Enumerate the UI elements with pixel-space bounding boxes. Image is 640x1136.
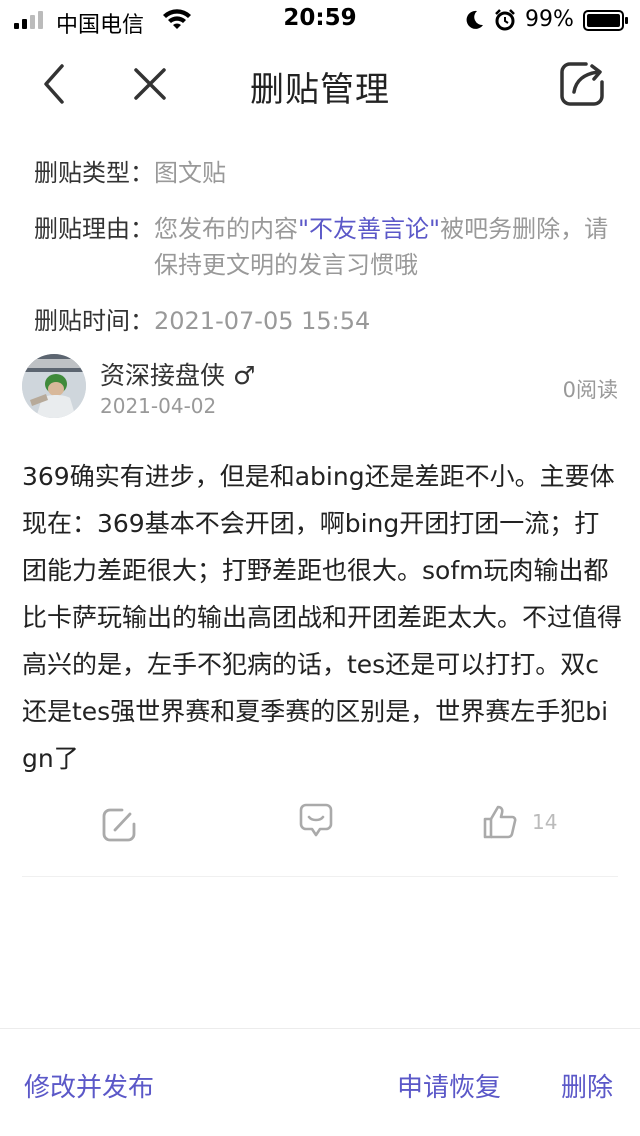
- deletion-type-row: 删贴类型： 图文贴: [34, 155, 624, 191]
- post-author: 资深接盘侠 ♂ 2021-04-02 0阅读: [22, 352, 622, 424]
- request-restore-button[interactable]: 申请恢复: [397, 1067, 501, 1104]
- post-actions: 14: [0, 796, 640, 852]
- reason-prefix: 您发布的内容: [154, 215, 298, 243]
- like-icon[interactable]: [482, 804, 518, 840]
- alarm-icon: [495, 9, 515, 31]
- edit-icon[interactable]: [100, 806, 138, 844]
- deletion-type-label: 删贴类型：: [34, 159, 154, 187]
- read-count: 0阅读: [562, 378, 618, 402]
- navigation-bar: 删贴管理: [0, 40, 640, 130]
- page-title: 删贴管理: [250, 70, 390, 110]
- like-count: 14: [532, 810, 558, 834]
- deletion-info: 删贴类型： 图文贴 删贴理由： 您发布的内容"不友善言论"被吧务删除，请保持更文…: [34, 155, 624, 359]
- do-not-disturb-icon: [466, 10, 483, 29]
- deletion-reason-value: 您发布的内容"不友善言论"被吧务删除，请保持更文明的发言习惯哦: [154, 211, 624, 283]
- deletion-reason-label: 删贴理由：: [34, 215, 154, 243]
- comment-icon[interactable]: [298, 802, 334, 838]
- bottom-action-bar: 修改并发布 申请恢复 删除: [0, 1028, 640, 1136]
- delete-button[interactable]: 删除: [561, 1067, 613, 1104]
- gender-icon: ♂: [232, 361, 256, 390]
- deletion-time-value: 2021-07-05 15:54: [154, 307, 371, 335]
- avatar[interactable]: [22, 354, 86, 418]
- deletion-reason-row: 删贴理由： 您发布的内容"不友善言论"被吧务删除，请保持更文明的发言习惯哦: [34, 211, 624, 283]
- status-bar: 中国电信 20:59 99%: [0, 0, 640, 40]
- author-name[interactable]: 资深接盘侠 ♂: [100, 356, 255, 392]
- deletion-time-label: 删贴时间：: [34, 307, 154, 335]
- post-date: 2021-04-02: [100, 394, 217, 418]
- deletion-type-value: 图文贴: [154, 159, 226, 187]
- battery-percent: 99%: [525, 7, 574, 32]
- divider: [22, 876, 618, 877]
- post-content: 369确实有进步，但是和abing还是差距不小。主要体现在：369基本不会开团，…: [22, 462, 623, 773]
- deletion-time-row: 删贴时间： 2021-07-05 15:54: [34, 303, 624, 339]
- edit-and-publish-button[interactable]: 修改并发布: [24, 1067, 154, 1104]
- avatar-image: [22, 354, 86, 418]
- author-name-text: 资深接盘侠: [100, 361, 226, 390]
- share-icon[interactable]: [556, 58, 608, 110]
- reason-quote: "不友善言论": [298, 215, 441, 243]
- battery-icon: [583, 10, 628, 31]
